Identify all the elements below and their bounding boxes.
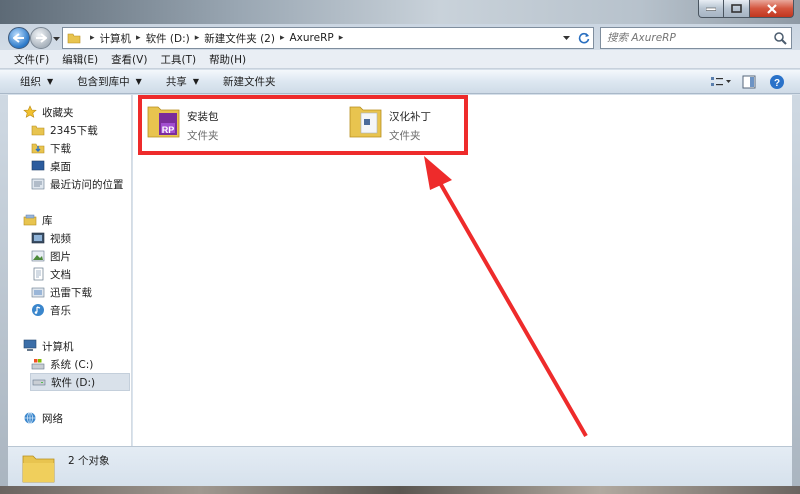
back-button[interactable] — [8, 27, 30, 49]
forward-button[interactable] — [30, 27, 52, 49]
picture-library-icon — [30, 248, 46, 264]
chevron-down-icon: ▼ — [135, 77, 142, 86]
document-library-icon — [30, 266, 46, 282]
folder-icon — [22, 451, 56, 486]
breadcrumb-axurerp[interactable]: AxureRP ▸ — [290, 32, 349, 44]
file-item-chinese-patch[interactable]: 汉化补丁 文件夹 — [349, 101, 431, 143]
file-item-installer[interactable]: RP 安装包 文件夹 — [147, 101, 219, 143]
maximize-button[interactable] — [724, 0, 750, 18]
include-in-library-button[interactable]: 包含到库中 ▼ — [77, 74, 142, 89]
search-box[interactable] — [600, 27, 792, 49]
recent-places-icon — [30, 176, 46, 192]
minimize-button[interactable] — [698, 0, 724, 18]
system-drive-icon — [30, 356, 46, 372]
nav-libraries[interactable]: 库 — [22, 211, 131, 229]
breadcrumb-newfolder[interactable]: 新建文件夹 (2) ▸ — [204, 31, 289, 46]
desktop-icon — [30, 158, 46, 174]
library-folder-icon — [30, 284, 46, 300]
new-folder-button[interactable]: 新建文件夹 — [223, 74, 276, 89]
nav-network[interactable]: 网络 — [22, 409, 131, 427]
refresh-button[interactable] — [575, 28, 593, 48]
explorer-window: ▸ 计算机▸ 软件 (D:)▸ 新建文件夹 (2)▸ AxureRP▸ 文件(F… — [0, 0, 800, 494]
nav-item-recent-places[interactable]: 最近访问的位置 — [30, 175, 131, 193]
share-button[interactable]: 共享 ▼ — [166, 74, 199, 89]
item-count: 2 个对象 — [68, 455, 110, 467]
libraries-icon — [22, 212, 38, 228]
breadcrumb-computer[interactable]: 计算机 ▸ — [100, 31, 146, 46]
menu-bar: 文件(F) 编辑(E) 查看(V) 工具(T) 帮助(H) — [0, 50, 800, 69]
back-arrow-icon — [13, 33, 24, 43]
minimize-icon — [706, 7, 716, 11]
command-toolbar: 组织 ▼ 包含到库中 ▼ 共享 ▼ 新建文件夹 ? — [0, 70, 800, 94]
file-type: 文件夹 — [187, 130, 219, 142]
network-icon — [22, 410, 38, 426]
address-row: ▸ 计算机 ▸ 软件 (D:) ▸ 新建文件夹 (2) ▸ AxureRP ▸ — [0, 24, 800, 50]
downloads-folder-icon — [30, 140, 46, 156]
drive-icon — [31, 374, 47, 390]
computer-icon — [22, 338, 38, 354]
forward-arrow-icon — [36, 33, 47, 43]
chevron-down-icon — [53, 37, 60, 41]
preview-pane-button[interactable] — [738, 73, 760, 91]
recent-pages-dropdown[interactable] — [53, 32, 60, 45]
nav-item-downloads[interactable]: 下载 — [30, 139, 131, 157]
preview-pane-icon — [742, 75, 756, 89]
music-library-icon — [30, 302, 46, 318]
svg-text:?: ? — [774, 78, 780, 89]
menu-view[interactable]: 查看(V) — [111, 52, 147, 67]
chevron-down-icon: ▼ — [192, 77, 199, 86]
nav-item-pictures[interactable]: 图片 — [30, 247, 131, 265]
help-icon: ? — [770, 75, 784, 89]
view-options-button[interactable] — [710, 73, 732, 91]
view-list-icon — [711, 77, 731, 86]
file-list: RP 安装包 文件夹 汉化补丁 文件夹 — [133, 95, 792, 446]
menu-file[interactable]: 文件(F) — [14, 52, 49, 67]
menu-help[interactable]: 帮助(H) — [209, 52, 246, 67]
folder-icon — [67, 32, 81, 44]
axure-folder-icon: RP — [147, 101, 181, 139]
nav-item-music[interactable]: 音乐 — [30, 301, 131, 319]
star-icon — [22, 104, 38, 120]
address-history-dropdown[interactable] — [557, 28, 575, 48]
nav-item-drive-d[interactable]: 软件 (D:) — [30, 373, 130, 391]
menu-tools[interactable]: 工具(T) — [160, 52, 196, 67]
search-input[interactable] — [607, 32, 772, 44]
help-button[interactable]: ? — [766, 73, 788, 91]
search-icon[interactable] — [773, 31, 787, 48]
breadcrumb-drive[interactable]: 软件 (D:) ▸ — [146, 31, 205, 46]
nav-favorites[interactable]: 收藏夹 — [22, 103, 131, 121]
folder-icon — [349, 101, 383, 139]
file-type: 文件夹 — [389, 130, 421, 142]
close-button[interactable] — [750, 0, 794, 18]
nav-item-thunder-downloads[interactable]: 迅雷下载 — [30, 283, 131, 301]
svg-text:RP: RP — [162, 125, 175, 135]
nav-item-videos[interactable]: 视频 — [30, 229, 131, 247]
video-library-icon — [30, 230, 46, 246]
address-bar[interactable]: ▸ 计算机 ▸ 软件 (D:) ▸ 新建文件夹 (2) ▸ AxureRP ▸ — [62, 27, 594, 49]
chevron-down-icon — [562, 35, 570, 40]
file-name: 汉化补丁 — [389, 111, 431, 123]
file-name: 安装包 — [187, 111, 219, 123]
nav-item-desktop[interactable]: 桌面 — [30, 157, 131, 175]
close-icon — [766, 3, 777, 14]
nav-computer[interactable]: 计算机 — [22, 337, 131, 355]
nav-item-drive-c[interactable]: 系统 (C:) — [30, 355, 131, 373]
chevron-down-icon: ▼ — [47, 77, 54, 86]
organize-button[interactable]: 组织 ▼ — [20, 74, 53, 89]
title-bar[interactable] — [0, 0, 800, 24]
refresh-icon — [578, 32, 590, 44]
navigation-pane: 收藏夹 2345下载 下载 桌面 最近访问的位置 库 视频 图片 文档 迅雷下载… — [8, 95, 132, 446]
nav-item-documents[interactable]: 文档 — [30, 265, 131, 283]
nav-item-2345-downloads[interactable]: 2345下载 — [30, 121, 131, 139]
details-pane: 2 个对象 — [8, 446, 792, 486]
menu-edit[interactable]: 编辑(E) — [62, 52, 98, 67]
folder-icon — [30, 122, 46, 138]
maximize-icon — [731, 4, 742, 13]
